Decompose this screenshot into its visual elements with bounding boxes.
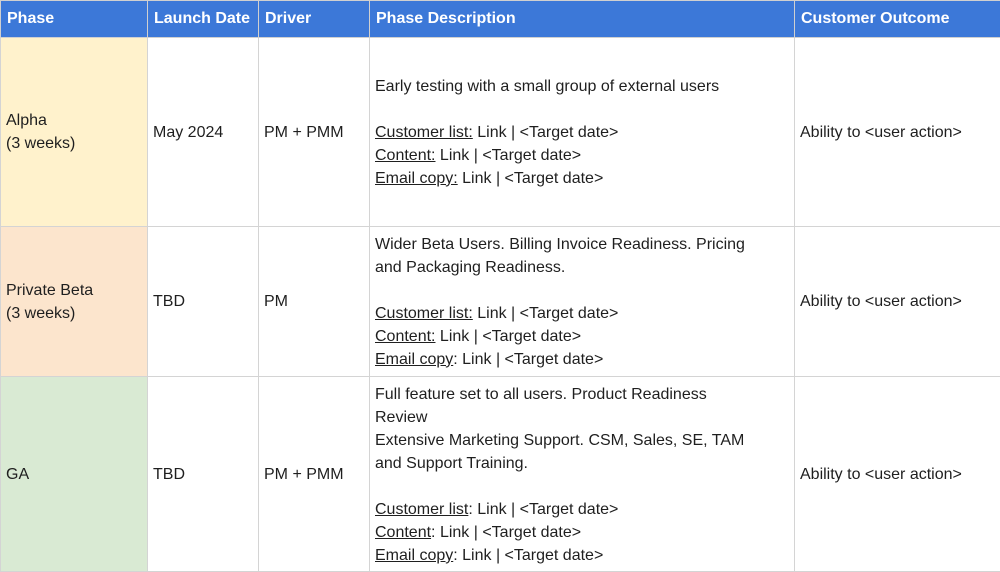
- driver-cell[interactable]: PM + PMM: [259, 38, 370, 227]
- phase-description-cell[interactable]: Wider Beta Users. Billing Invoice Readin…: [370, 227, 795, 377]
- phase-cell[interactable]: GA: [1, 377, 148, 572]
- link-row-email-copy: Email copy: Link | <Target date>: [375, 348, 789, 371]
- launch-phase-table: Phase Launch Date Driver Phase Descripti…: [0, 0, 1000, 572]
- customer-list-link[interactable]: Customer list: [375, 501, 468, 518]
- content-link[interactable]: Content: [375, 524, 431, 541]
- description-line: Early testing with a small group of exte…: [375, 75, 789, 98]
- link-row-content: Content: Link | <Target date>: [375, 144, 789, 167]
- link-target: : Link | <Target date>: [453, 351, 603, 368]
- phase-description-cell[interactable]: Full feature set to all users. Product R…: [370, 377, 795, 572]
- description-line: Review: [375, 406, 789, 429]
- phase-cell[interactable]: Private Beta (3 weeks): [1, 227, 148, 377]
- driver-cell[interactable]: PM + PMM: [259, 377, 370, 572]
- phase-name: GA: [6, 463, 142, 486]
- table-row-ga: GA TBD PM + PMM Full feature set to all …: [1, 377, 1000, 572]
- link-target: : Link | <Target date>: [453, 547, 603, 564]
- email-copy-link[interactable]: Email copy: [375, 547, 453, 564]
- phase-duration: (3 weeks): [6, 132, 142, 155]
- email-copy-link[interactable]: Email copy: [375, 351, 453, 368]
- header-phase-description: Phase Description: [370, 1, 795, 38]
- customer-outcome-cell[interactable]: Ability to <user action>: [795, 377, 1000, 572]
- link-row-customer-list: Customer list: Link | <Target date>: [375, 498, 789, 521]
- link-target: : Link | <Target date>: [468, 501, 618, 518]
- content-link[interactable]: Content:: [375, 328, 435, 345]
- table-row-private-beta: Private Beta (3 weeks) TBD PM Wider Beta…: [1, 227, 1000, 377]
- link-row-content: Content: Link | <Target date>: [375, 325, 789, 348]
- launch-date-cell[interactable]: TBD: [148, 377, 259, 572]
- customer-list-link[interactable]: Customer list:: [375, 124, 473, 141]
- customer-list-link[interactable]: Customer list:: [375, 305, 473, 322]
- link-row-customer-list: Customer list: Link | <Target date>: [375, 302, 789, 325]
- launch-date-cell[interactable]: May 2024: [148, 38, 259, 227]
- link-row-content: Content: Link | <Target date>: [375, 521, 789, 544]
- header-driver: Driver: [259, 1, 370, 38]
- description-line: and Support Training.: [375, 452, 789, 475]
- launch-date-cell[interactable]: TBD: [148, 227, 259, 377]
- header-customer-outcome: Customer Outcome: [795, 1, 1000, 38]
- description-line: Extensive Marketing Support. CSM, Sales,…: [375, 429, 789, 452]
- link-row-customer-list: Customer list: Link | <Target date>: [375, 121, 789, 144]
- phase-cell[interactable]: Alpha (3 weeks): [1, 38, 148, 227]
- driver-cell[interactable]: PM: [259, 227, 370, 377]
- header-row: Phase Launch Date Driver Phase Descripti…: [1, 1, 1000, 38]
- phase-name: Alpha: [6, 109, 142, 132]
- header-phase: Phase: [1, 1, 148, 38]
- table-row-alpha: Alpha (3 weeks) May 2024 PM + PMM Early …: [1, 38, 1000, 227]
- description-line: and Packaging Readiness.: [375, 256, 789, 279]
- phase-name: Private Beta: [6, 279, 142, 302]
- phase-description-cell[interactable]: Early testing with a small group of exte…: [370, 38, 795, 227]
- link-target: Link | <Target date>: [473, 305, 619, 322]
- link-target: Link | <Target date>: [473, 124, 619, 141]
- link-target: Link | <Target date>: [435, 328, 581, 345]
- link-target: Link | <Target date>: [435, 147, 581, 164]
- customer-outcome-cell[interactable]: Ability to <user action>: [795, 38, 1000, 227]
- description-line: Wider Beta Users. Billing Invoice Readin…: [375, 233, 789, 256]
- phase-duration: (3 weeks): [6, 302, 142, 325]
- customer-outcome-cell[interactable]: Ability to <user action>: [795, 227, 1000, 377]
- content-link[interactable]: Content:: [375, 147, 435, 164]
- description-line: Full feature set to all users. Product R…: [375, 383, 789, 406]
- link-target: Link | <Target date>: [458, 170, 604, 187]
- header-launch-date: Launch Date: [148, 1, 259, 38]
- email-copy-link[interactable]: Email copy:: [375, 170, 458, 187]
- link-target: : Link | <Target date>: [431, 524, 581, 541]
- link-row-email-copy: Email copy: Link | <Target date>: [375, 544, 789, 567]
- link-row-email-copy: Email copy: Link | <Target date>: [375, 167, 789, 190]
